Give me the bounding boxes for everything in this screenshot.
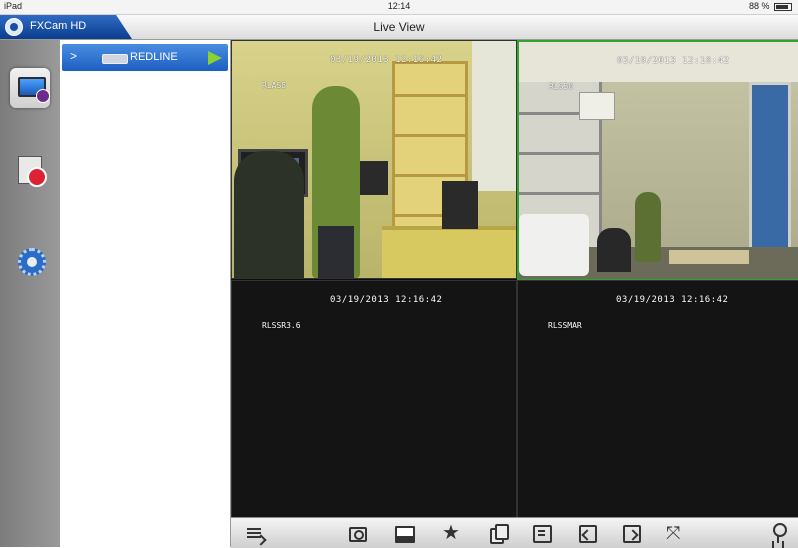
clock: 12:14 — [387, 1, 411, 11]
video-feed-detail — [579, 92, 615, 120]
video-feed-detail — [312, 86, 360, 278]
monitor-icon — [18, 77, 50, 103]
copy-icon[interactable] — [488, 524, 509, 544]
camera-tile-3[interactable]: 03/19/2013 12:16:42 RLSSR3.6 — [231, 280, 517, 518]
camera-channel-name: RLSSR3.6 — [262, 321, 301, 330]
video-feed-detail — [442, 181, 478, 229]
camera-channel-name: RLAS8 — [262, 81, 287, 90]
video-feed-detail — [360, 161, 388, 195]
star-icon[interactable]: ★ — [441, 523, 461, 543]
list-icon[interactable] — [245, 524, 265, 542]
device-item-redline[interactable]: > REDLINE — [62, 44, 228, 71]
camera-channel-name: RLSSMAR — [548, 321, 582, 330]
film-reel-icon — [18, 156, 47, 187]
zoom-in-icon[interactable] — [579, 525, 597, 543]
gear-icon — [18, 248, 46, 276]
device-list: > REDLINE — [60, 40, 231, 547]
chevron-right-icon[interactable]: > — [70, 49, 77, 63]
sidebar-item-playback[interactable] — [10, 150, 50, 190]
battery-indicator: 88 % — [749, 1, 792, 11]
gallery-icon[interactable] — [395, 526, 415, 543]
sidebar — [0, 40, 60, 547]
video-grid: 03/19/2013 12:16:42 RLAS8 03/19/2013 12:… — [231, 40, 798, 518]
sidebar-item-settings[interactable] — [10, 240, 50, 280]
camera-timestamp: 03/19/2013 12:16:42 — [616, 295, 729, 305]
video-feed-detail — [234, 151, 304, 278]
sidebar-item-live-view[interactable] — [10, 68, 50, 108]
camera-timestamp: 03/19/2013 12:16:42 — [617, 56, 730, 66]
camera-tile-2[interactable]: 03/19/2013 12:16:42 RLS50 — [517, 40, 798, 281]
camera-tile-4[interactable]: 03/19/2013 12:16:42 RLSSMAR — [517, 280, 798, 518]
preset-icon[interactable] — [533, 525, 552, 543]
video-feed-detail — [635, 192, 661, 262]
video-feed-detail — [669, 250, 749, 264]
dvr-icon — [102, 54, 128, 64]
video-feed-detail — [472, 41, 516, 191]
camera-timestamp: 03/19/2013 12:16:42 — [330, 295, 443, 305]
status-bar: iPad 12:14 88 % — [0, 0, 798, 15]
camera-icon[interactable] — [349, 527, 367, 542]
video-feed-detail — [597, 228, 631, 272]
video-feed-detail — [382, 226, 516, 278]
camera-channel-name: RLS50 — [549, 82, 574, 91]
fullscreen-icon[interactable] — [665, 523, 685, 544]
play-icon[interactable] — [208, 51, 222, 65]
battery-icon — [774, 2, 792, 11]
video-feed-detail — [519, 214, 589, 276]
ptz-icon[interactable] — [769, 523, 787, 543]
device-label: REDLINE — [130, 51, 178, 63]
page-title: Live View — [373, 20, 425, 34]
zoom-out-icon[interactable] — [623, 525, 641, 543]
title-bar: FXCam HD Live View — [0, 15, 798, 40]
camera-tile-1[interactable]: 03/19/2013 12:16:42 RLAS8 — [231, 40, 517, 279]
camera-timestamp: 03/19/2013 12:16:42 — [330, 55, 443, 65]
battery-percent: 88 % — [748, 1, 770, 11]
video-toolbar: ★ — [231, 517, 798, 548]
